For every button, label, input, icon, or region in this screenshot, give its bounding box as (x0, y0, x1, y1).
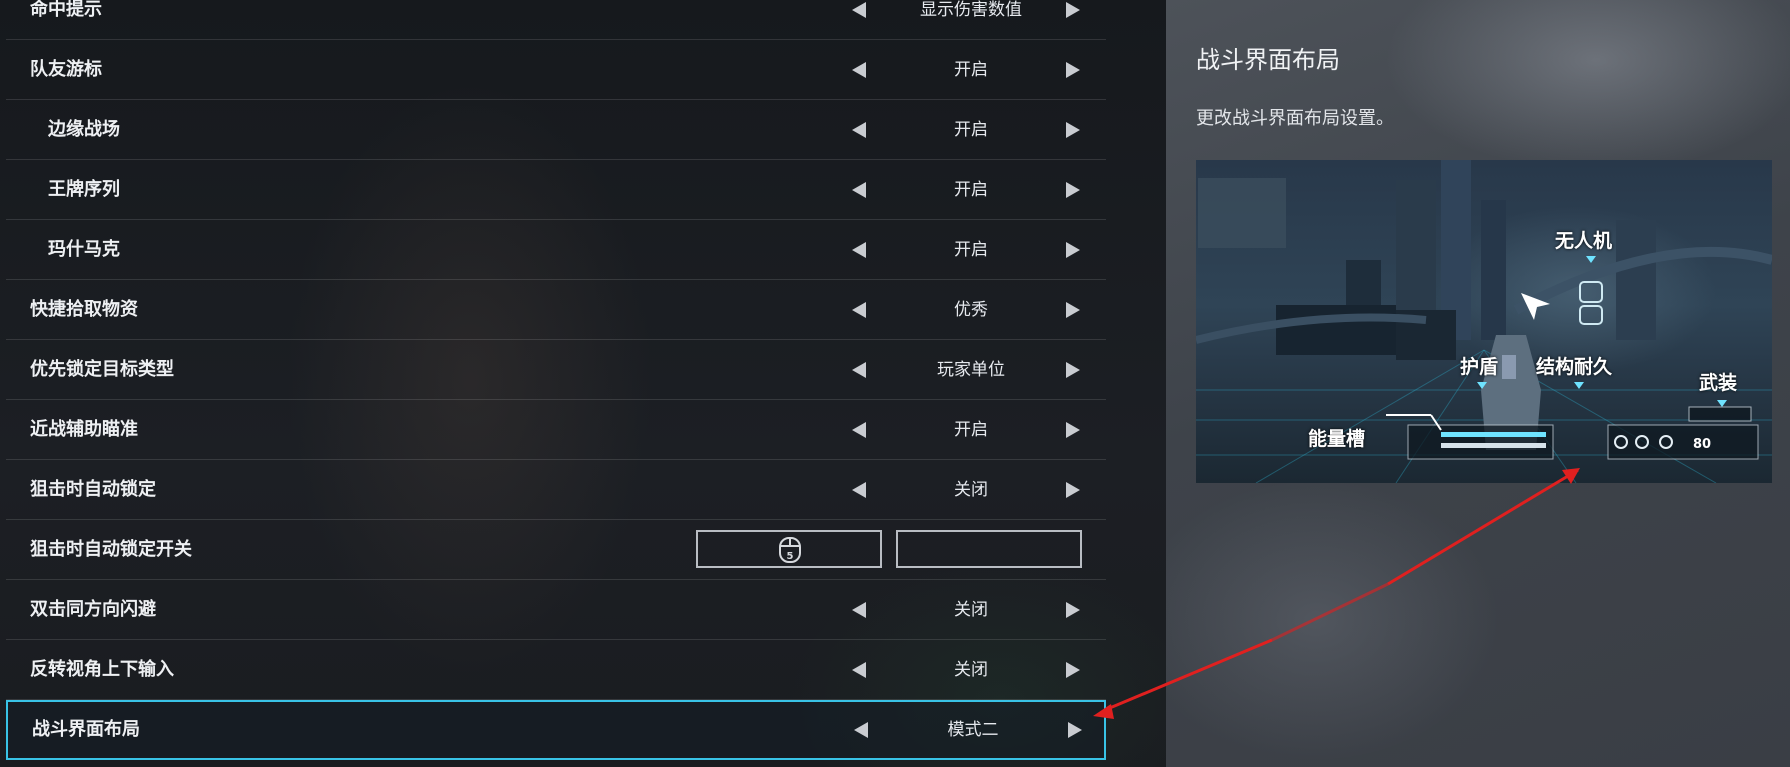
setting-label: 战斗界面布局 (32, 719, 140, 740)
setting-value: 显示伤害数值 (920, 0, 1022, 20)
prev-option-arrow-icon[interactable] (852, 602, 866, 618)
setting-label: 狙击时自动锁定开关 (30, 539, 192, 560)
setting-value: 优秀 (954, 300, 988, 320)
hud-label-shield: 护盾 (1460, 356, 1499, 378)
setting-label: 快捷拾取物资 (30, 299, 138, 320)
setting-value: 玩家单位 (937, 360, 1005, 380)
next-option-arrow-icon[interactable] (1066, 482, 1080, 498)
prev-option-arrow-icon[interactable] (852, 62, 866, 78)
setting-value: 关闭 (954, 660, 988, 680)
hud-label-energy: 能量槽 (1308, 428, 1366, 450)
next-option-arrow-icon[interactable] (1066, 62, 1080, 78)
setting-row-double-tap-dodge[interactable]: 双击同方向闪避 关闭 (6, 580, 1106, 640)
detail-description: 更改战斗界面布局设置。 (1196, 108, 1394, 129)
setting-label: 反转视角上下输入 (30, 659, 174, 680)
next-option-arrow-icon[interactable] (1066, 242, 1080, 258)
setting-row-sniper-auto-lock[interactable]: 狙击时自动锁定 关闭 (6, 460, 1106, 520)
prev-option-arrow-icon[interactable] (854, 722, 868, 738)
setting-row-quick-pickup[interactable]: 快捷拾取物资 优秀 (6, 280, 1106, 340)
setting-value: 开启 (954, 120, 988, 140)
durability-marker-icon (1574, 382, 1584, 389)
setting-row-ace-sequence[interactable]: 王牌序列 开启 (6, 160, 1106, 220)
next-option-arrow-icon[interactable] (1068, 722, 1082, 738)
setting-row-mashmark[interactable]: 玛什马克 开启 (6, 220, 1106, 280)
drone-marker-icon (1586, 256, 1596, 263)
primary-keybind-slot[interactable]: 5 (696, 530, 882, 568)
next-option-arrow-icon[interactable] (1066, 122, 1080, 138)
next-option-arrow-icon[interactable] (1066, 602, 1080, 618)
shield-marker-icon (1477, 382, 1487, 389)
preview-scene: 80 (1196, 160, 1772, 483)
prev-option-arrow-icon[interactable] (852, 242, 866, 258)
setting-label: 队友游标 (30, 59, 102, 80)
setting-row-combat-ui-layout[interactable]: 战斗界面布局 模式二 (6, 700, 1106, 760)
setting-value: 开启 (954, 240, 988, 260)
hud-label-weapon: 武装 (1699, 372, 1738, 394)
prev-option-arrow-icon[interactable] (852, 362, 866, 378)
prev-option-arrow-icon[interactable] (852, 302, 866, 318)
setting-label: 命中提示 (30, 0, 102, 20)
prev-option-arrow-icon[interactable] (852, 422, 866, 438)
setting-row-teammate-cursor[interactable]: 队友游标 开启 (6, 40, 1106, 100)
prev-option-arrow-icon[interactable] (852, 482, 866, 498)
next-option-arrow-icon[interactable] (1066, 2, 1080, 18)
prev-option-arrow-icon[interactable] (852, 2, 866, 18)
setting-row-lock-priority[interactable]: 优先锁定目标类型 玩家单位 (6, 340, 1106, 400)
setting-value: 关闭 (954, 480, 988, 500)
setting-row-melee-aim-assist[interactable]: 近战辅助瞄准 开启 (6, 400, 1106, 460)
setting-label: 近战辅助瞄准 (30, 419, 138, 440)
setting-label: 双击同方向闪避 (30, 599, 156, 620)
setting-row-edge-battlefield[interactable]: 边缘战场 开启 (6, 100, 1106, 160)
next-option-arrow-icon[interactable] (1066, 362, 1080, 378)
detail-title: 战斗界面布局 (1196, 46, 1340, 74)
setting-value: 开启 (954, 60, 988, 80)
next-option-arrow-icon[interactable] (1066, 182, 1080, 198)
setting-label: 狙击时自动锁定 (30, 479, 156, 500)
setting-label: 王牌序列 (48, 179, 120, 200)
setting-value: 开启 (954, 180, 988, 200)
prev-option-arrow-icon[interactable] (852, 662, 866, 678)
mouse-button-icon: 5 (779, 537, 801, 563)
setting-label: 玛什马克 (48, 239, 120, 260)
setting-value: 模式二 (947, 720, 999, 740)
setting-label: 优先锁定目标类型 (30, 359, 174, 380)
setting-value: 关闭 (954, 600, 988, 620)
setting-row-sniper-auto-lock-toggle: 狙击时自动锁定开关 5 (6, 520, 1106, 580)
ammo-count: 80 (1693, 437, 1711, 452)
setting-row-invert-vertical[interactable]: 反转视角上下输入 关闭 (6, 640, 1106, 700)
prev-option-arrow-icon[interactable] (852, 122, 866, 138)
hud-label-durability: 结构耐久 (1536, 356, 1613, 378)
setting-value: 开启 (954, 420, 988, 440)
hud-label-drone: 无人机 (1555, 230, 1613, 252)
mouse-button-number: 5 (787, 551, 794, 562)
next-option-arrow-icon[interactable] (1066, 302, 1080, 318)
setting-label: 边缘战场 (48, 119, 120, 140)
secondary-keybind-slot[interactable] (896, 530, 1082, 568)
prev-option-arrow-icon[interactable] (852, 182, 866, 198)
next-option-arrow-icon[interactable] (1066, 422, 1080, 438)
next-option-arrow-icon[interactable] (1066, 662, 1080, 678)
setting-row-hit-hint[interactable]: 命中提示 显示伤害数值 (6, 0, 1106, 40)
weapon-marker-icon (1717, 400, 1727, 407)
layout-preview-image: 80 无人机 护盾 结构耐久 武装 能量槽 (1196, 160, 1772, 483)
